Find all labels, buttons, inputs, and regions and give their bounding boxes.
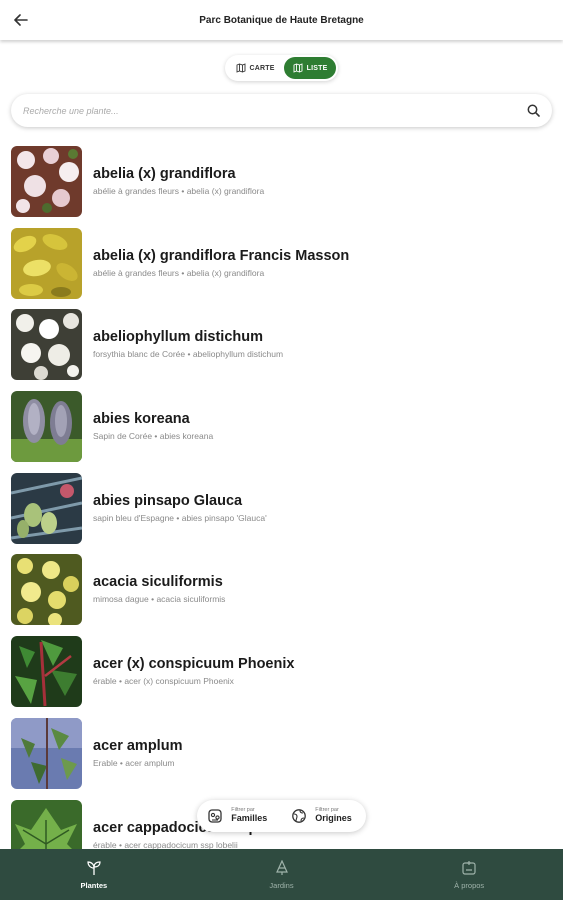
plant-subtitle: érable • acer cappadocicum ssp lobelii [93,839,238,850]
plant-subtitle: Erable • acer amplum [93,757,175,768]
globe-icon [292,809,307,823]
list-item[interactable]: abies koreana Sapin de Corée • abies kor… [0,391,563,473]
list-item[interactable]: abies pinsapo Glauca sapin bleu d'Espagn… [0,472,563,555]
plant-name: acacia siculiformis [93,574,223,591]
toggle-list-view[interactable]: LISTE [283,57,337,79]
plant-thumbnail [11,146,82,217]
plant-thumbnail [11,227,82,299]
toggle-list-label: LISTE [306,64,328,72]
list-item[interactable]: acer (x) conspicuum Phoenix érable • ace… [0,636,563,718]
families-icon [208,809,222,823]
filter-group: Filtrer par Familles Filtrer par Origine… [197,800,366,832]
list-item[interactable]: abeliophyllum distichum forsythia blanc … [0,309,563,391]
plant-thumbnail [11,391,82,463]
plant-thumbnail [11,636,82,708]
list-item[interactable]: acacia siculiformis mimosa dague • acaci… [0,554,563,636]
list-item[interactable]: abelia (x) grandiflora abélie à grandes … [0,146,563,228]
app-bar: Parc Botanique de Haute Bretagne [0,0,563,40]
plant-name: abies pinsapo Glauca [93,492,243,509]
page-title: Parc Botanique de Haute Bretagne [199,14,364,26]
plant-name: abeliophyllum distichum [93,329,263,346]
filter-families-label: Familles [231,813,268,824]
nav-item-a-propos[interactable]: À propos [375,849,563,900]
plant-thumbnail [11,309,82,381]
search-bar [11,94,552,127]
filter-origins-button[interactable]: Filtrer par Origines [281,800,366,832]
info-icon [462,860,476,875]
bottom-nav: Plantes Jardins À propos [0,849,563,900]
plant-subtitle: Sapin de Corée • abies koreana [93,431,214,442]
list-item[interactable]: acer amplum Erable • acer amplum [0,717,563,800]
back-button[interactable] [10,9,32,31]
plant-icon [87,860,101,875]
filter-families-button[interactable]: Filtrer par Familles [197,800,281,832]
map-icon [236,63,245,73]
filter-origins-label: Origines [315,813,352,824]
plant-subtitle: abélie à grandes fleurs • abelia (x) gra… [93,267,265,278]
plant-subtitle: forsythia blanc de Corée • abeliophyllum… [93,349,284,360]
plant-thumbnail [11,472,82,544]
plant-thumbnail [11,554,82,626]
list-icon [293,63,303,73]
plant-name: abelia (x) grandiflora [93,166,236,182]
list-item[interactable]: abelia (x) grandiflora Francis Masson ab… [0,227,563,310]
plant-thumbnail [11,717,82,789]
nav-label-plantes: Plantes [80,880,108,890]
arrow-left-icon [14,14,28,26]
plant-name: acer (x) conspicuum Phoenix [93,656,295,673]
plant-subtitle: abélie à grandes fleurs • abelia (x) gra… [93,186,265,196]
view-toggle: CARTE LISTE [224,55,339,81]
nav-item-jardins[interactable]: Jardins [188,849,376,900]
nav-item-plantes[interactable]: Plantes [0,849,188,900]
nav-label-a-propos: À propos [454,880,485,890]
plant-name: acer amplum [93,737,183,754]
plant-subtitle: mimosa dague • acacia siculiformis [93,594,226,605]
search-input[interactable] [23,105,526,116]
toggle-map-view[interactable]: CARTE [227,57,284,79]
plant-subtitle: sapin bleu d'Espagne • abies pinsapo 'Gl… [93,512,267,523]
nav-label-jardins: Jardins [269,880,294,890]
plant-list: abelia (x) grandiflora abélie à grandes … [0,146,563,850]
toggle-map-label: CARTE [249,64,275,72]
plant-name: abies koreana [93,411,190,428]
search-button[interactable] [526,104,540,118]
garden-icon [275,859,288,875]
search-icon [527,104,540,117]
plant-name: abelia (x) grandiflora Francis Masson [93,247,350,264]
plant-subtitle: érable • acer (x) conspicuum Phoenix [93,676,234,687]
